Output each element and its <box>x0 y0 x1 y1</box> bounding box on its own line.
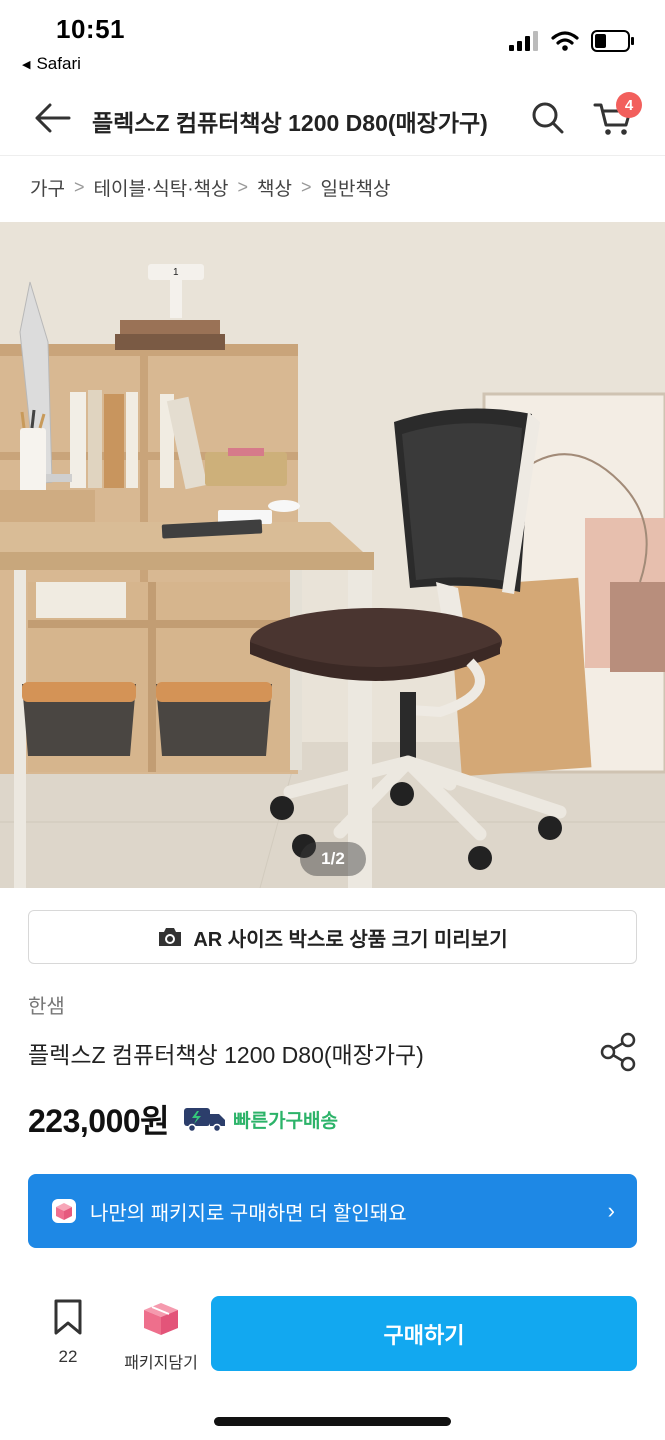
camera-icon <box>159 928 182 946</box>
fast-delivery-label: 빠른가구배송 <box>233 1110 339 1132</box>
share-icon <box>600 1032 636 1072</box>
page-title: 플렉스Z 컴퓨터책상 1200 D80(매장가구) <box>92 110 488 136</box>
price: 223,000원 <box>28 1103 170 1139</box>
back-button[interactable] <box>28 94 76 142</box>
status-icons <box>509 30 635 52</box>
product-photo: 1 <box>0 222 665 888</box>
breadcrumb-item[interactable]: 책상 <box>257 174 292 201</box>
signal-icon <box>509 31 538 51</box>
breadcrumb: 가구 > 테이블·식탁·책상 > 책상 > 일반책상 <box>30 174 390 201</box>
buy-button[interactable]: 구매하기 <box>211 1296 637 1371</box>
status-time: 10:51 <box>56 14 125 44</box>
product-name: 플렉스Z 컴퓨터책상 1200 D80(매장가구) <box>28 1042 424 1068</box>
product-image-carousel[interactable]: 1 <box>0 222 665 888</box>
search-icon <box>532 102 564 134</box>
brand-name[interactable]: 한샘 <box>28 990 65 1019</box>
back-app-label: Safari <box>36 54 81 73</box>
breadcrumb-item[interactable]: 일반책상 <box>321 174 391 201</box>
package-discount-banner[interactable]: 나만의 패키지로 구매하면 더 할인돼요 › <box>28 1174 637 1248</box>
battery-icon <box>591 30 634 52</box>
delivery-truck-icon <box>184 1108 226 1132</box>
add-to-package-label: 패키지담기 <box>124 1355 198 1372</box>
cart-button[interactable]: 4 <box>588 92 642 142</box>
package-box-icon <box>144 1303 178 1335</box>
breadcrumb-item[interactable]: 가구 <box>30 174 65 201</box>
package-banner-text: 나만의 패키지로 구매하면 더 할인돼요 <box>90 1202 407 1225</box>
share-button[interactable] <box>596 1030 640 1074</box>
search-button[interactable] <box>526 96 570 140</box>
fast-delivery-badge: 빠른가구배송 <box>183 1106 338 1133</box>
bookmark-button[interactable]: 22 <box>38 1298 98 1388</box>
ar-preview-label: AR 사이즈 박스로 상품 크기 미리보기 <box>193 928 508 951</box>
back-triangle-icon: ◀ <box>22 58 31 71</box>
status-bar: 10:51 ◀ Safari <box>0 0 665 80</box>
ar-preview-button[interactable]: AR 사이즈 박스로 상품 크기 미리보기 <box>28 910 637 964</box>
arrow-left-icon <box>35 103 71 133</box>
add-to-package-button[interactable]: 패키지담기 <box>118 1298 204 1388</box>
svg-text:1: 1 <box>173 267 179 278</box>
bookmark-count: 22 <box>58 1347 78 1366</box>
chevron-right-icon: > <box>73 177 85 197</box>
chevron-right-icon: > <box>300 177 312 197</box>
home-indicator <box>214 1417 451 1426</box>
package-box-icon <box>52 1199 76 1223</box>
chevron-right-icon: › <box>607 1198 615 1223</box>
wifi-icon <box>551 31 579 51</box>
price-row: 223,000원 빠른가구배송 <box>28 1096 338 1142</box>
breadcrumb-item[interactable]: 테이블·식탁·책상 <box>93 174 228 201</box>
image-counter: 1/2 <box>300 842 366 876</box>
bottom-action-bar: 22 패키지담기 구매하기 <box>0 1280 665 1390</box>
cart-count-badge: 4 <box>616 92 642 118</box>
back-to-app-link[interactable]: ◀ Safari <box>22 54 81 74</box>
bookmark-icon <box>54 1299 82 1335</box>
top-navigation-bar: 플렉스Z 컴퓨터책상 1200 D80(매장가구) 4 <box>0 82 665 156</box>
chevron-right-icon: > <box>237 177 249 197</box>
